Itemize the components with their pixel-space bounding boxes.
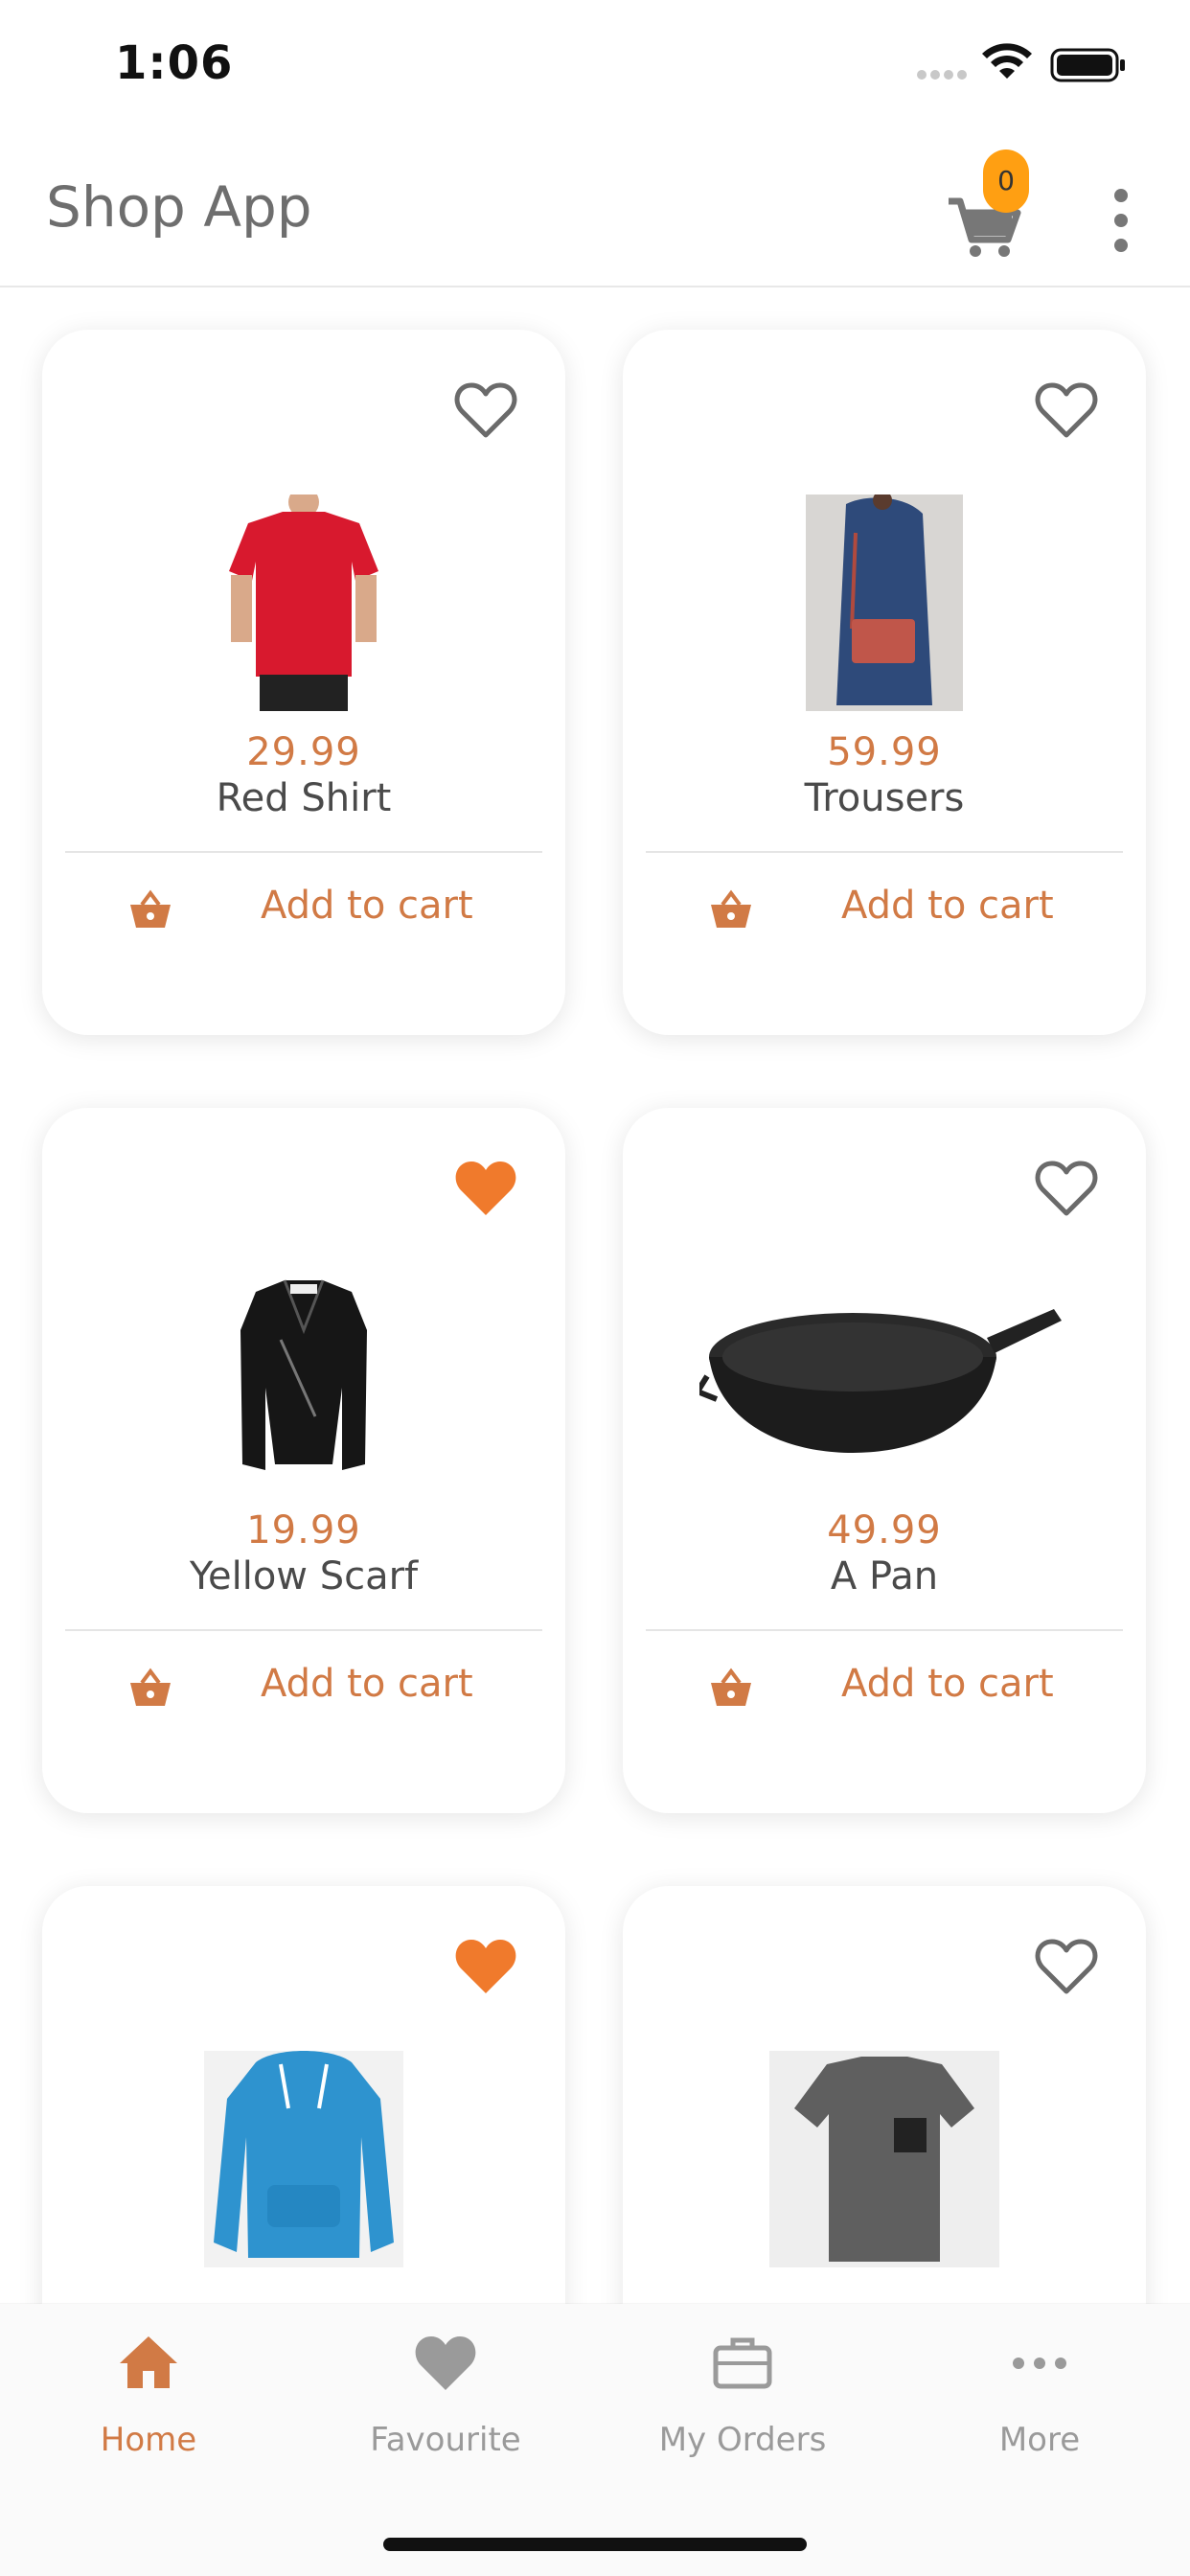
divider [646, 851, 1123, 853]
briefcase-icon [713, 2337, 772, 2389]
add-to-cart-label: Add to cart [841, 884, 1054, 928]
more-icon [1013, 2358, 1066, 2369]
basket-icon [711, 1668, 751, 1706]
product-card[interactable]: 29.99 Red Shirt Add to cart [42, 330, 565, 1035]
product-price: 49.99 [827, 1508, 942, 1552]
nav-favourite-label: Favourite [370, 2421, 521, 2459]
product-card[interactable]: 59.99 Trousers Add to cart [623, 330, 1146, 1035]
favorite-button[interactable] [454, 1938, 517, 1997]
home-indicator [383, 2538, 807, 2551]
home-icon [120, 2336, 177, 2388]
cart-count-badge: 0 [983, 150, 1029, 213]
nav-home-label: Home [100, 2421, 197, 2459]
product-card[interactable]: 19.99 Yellow Scarf Add to cart [42, 1108, 565, 1813]
add-to-cart-button[interactable]: Add to cart [623, 876, 1146, 953]
product-name: Yellow Scarf [189, 1554, 419, 1598]
bottom-navigation: Home Favourite My Orders More [0, 2304, 1190, 2576]
heart-outline-icon [1035, 382, 1098, 438]
app-title: Shop App [46, 174, 312, 240]
add-to-cart-label: Add to cart [841, 1662, 1054, 1706]
product-name: Trousers [804, 776, 965, 820]
product-price: 29.99 [246, 730, 361, 774]
add-to-cart-label: Add to cart [261, 884, 473, 928]
product-card[interactable]: 49.99 A Pan Add to cart [623, 1108, 1146, 1813]
status-bar: 1:06 [0, 0, 1190, 134]
basket-icon [130, 1668, 171, 1706]
wifi-icon [982, 43, 1032, 79]
add-to-cart-button[interactable]: Add to cart [623, 1654, 1146, 1731]
product-name: A Pan [830, 1554, 939, 1598]
nav-home[interactable]: Home [0, 2327, 297, 2480]
heart-outline-icon [1035, 1161, 1098, 1216]
heart-icon [415, 2336, 476, 2390]
basket-icon [711, 889, 751, 928]
product-card[interactable] [42, 1886, 565, 2304]
favorite-button[interactable] [454, 381, 517, 441]
add-to-cart-button[interactable]: Add to cart [42, 1654, 565, 1731]
heart-outline-icon [454, 382, 517, 438]
favorite-button[interactable] [454, 1160, 517, 1219]
overflow-menu-button[interactable] [1102, 182, 1140, 259]
add-to-cart-button[interactable]: Add to cart [42, 876, 565, 953]
heart-outline-icon [1035, 1939, 1098, 1994]
divider [646, 1629, 1123, 1631]
status-time: 1:06 [115, 36, 234, 90]
divider [65, 1629, 542, 1631]
grey-tshirt-image [769, 2051, 999, 2267]
product-price: 59.99 [827, 730, 942, 774]
basket-icon [130, 889, 171, 928]
product-price: 19.99 [246, 1508, 361, 1552]
blue-hoodie-image [204, 2051, 403, 2267]
nav-more-label: More [998, 2421, 1081, 2459]
favorite-button[interactable] [1035, 381, 1098, 441]
vertical-dots-icon [1114, 189, 1128, 252]
product-card[interactable] [623, 1886, 1146, 2304]
favorite-button[interactable] [1035, 1938, 1098, 1997]
heart-filled-icon [455, 1940, 516, 1993]
nav-favourite[interactable]: Favourite [297, 2327, 594, 2480]
favorite-button[interactable] [1035, 1160, 1098, 1219]
nav-my-orders[interactable]: My Orders [594, 2327, 891, 2480]
product-name: Red Shirt [216, 776, 392, 820]
nav-my-orders-label: My Orders [658, 2421, 827, 2459]
add-to-cart-label: Add to cart [261, 1662, 473, 1706]
divider [65, 851, 542, 853]
leather-jacket-image [240, 1279, 367, 1470]
battery-icon [1050, 48, 1125, 82]
pan-image [699, 1309, 1062, 1453]
product-grid: 29.99 Red Shirt Add to cart 59.99 Trouse… [0, 288, 1190, 2304]
signal-icon [917, 70, 967, 80]
nav-more[interactable]: More [891, 2327, 1188, 2480]
handbag-image [806, 494, 963, 711]
heart-filled-icon [455, 1162, 516, 1215]
red-shirt-image [229, 494, 378, 711]
